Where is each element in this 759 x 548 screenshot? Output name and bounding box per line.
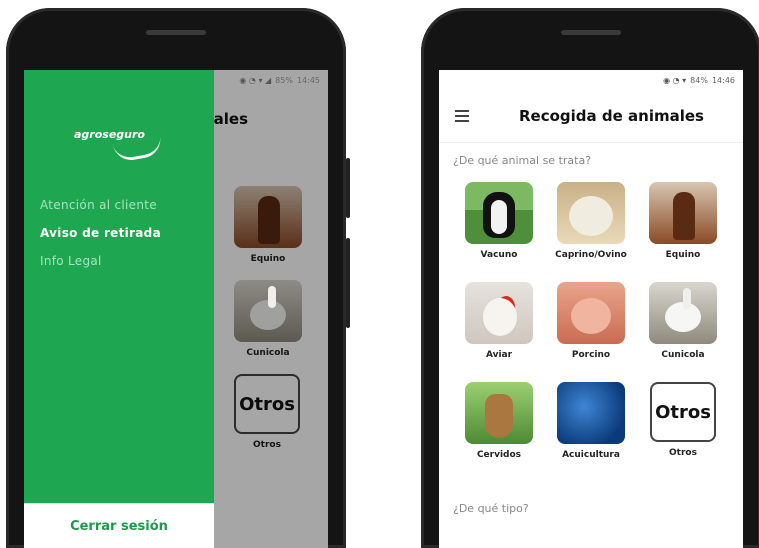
status-bar: ◉ ◔ ▾ 84% 14:46 [439, 70, 743, 90]
side-button [346, 158, 350, 218]
status-icons: ◉ ◔ ▾ [663, 75, 687, 85]
page-title: Recogida de animales [519, 107, 704, 125]
pig-icon [557, 282, 625, 344]
animal-tile-otros[interactable]: Otros Otros [637, 382, 729, 460]
drawer-item-atencion[interactable]: Atención al cliente [40, 198, 157, 212]
status-icons: ◉ ◔ ▾ ◢ [239, 75, 272, 85]
animal-tile-cunicola[interactable]: Cunicola [637, 282, 729, 360]
rabbit-icon [649, 282, 717, 344]
animal-tile-aviar[interactable]: Aviar [453, 282, 545, 360]
tile-label: Cervidos [476, 450, 522, 460]
tile-label: Acuicultura [562, 450, 620, 460]
tile-label: Vacuno [480, 250, 518, 260]
otros-box: Otros [650, 382, 716, 442]
cow-icon [465, 182, 533, 244]
status-bar: ◉ ◔ ▾ ◢ 85% 14:45 [214, 70, 328, 90]
question-animal: ¿De qué animal se trata? [453, 154, 592, 167]
drawer-item-info-legal[interactable]: Info Legal [40, 254, 102, 268]
drawer-item-aviso[interactable]: Aviso de retirada [40, 226, 161, 240]
question-type: ¿De qué tipo? [453, 502, 529, 515]
animal-tile-equino[interactable]: Equino [637, 182, 729, 260]
app-bar: Recogida de animales [439, 90, 743, 143]
tile-label: Caprino/Ovino [555, 250, 627, 260]
animal-tile-vacuno[interactable]: Vacuno [453, 182, 545, 260]
chicken-icon [465, 282, 533, 344]
hamburger-menu-icon[interactable] [455, 110, 471, 122]
animal-tile-porcino[interactable]: Porcino [545, 282, 637, 360]
status-time: 14:45 [296, 75, 320, 85]
navigation-drawer: agroseguro Atención al cliente Aviso de … [24, 70, 214, 548]
battery-percent: 85% [275, 75, 293, 85]
animal-grid: Vacuno Caprino/Ovino Equino Aviar Porcin… [453, 182, 729, 460]
tile-label: Cunicola [661, 350, 705, 360]
drawer-scrim[interactable] [214, 70, 328, 548]
status-time: 14:46 [711, 75, 735, 85]
logout-button[interactable]: Cerrar sesión [24, 503, 214, 548]
screen: males o Equino Cunicola Otros Otros ◉ ◔ … [24, 70, 328, 548]
battery-percent: 84% [690, 75, 708, 85]
screen: ◉ ◔ ▾ 84% 14:46 Recogida de animales ¿De… [439, 70, 743, 548]
phone-left: males o Equino Cunicola Otros Otros ◉ ◔ … [6, 8, 350, 548]
tile-label: Porcino [571, 350, 611, 360]
tile-label: Otros [669, 448, 697, 458]
tile-label: Equino [665, 250, 701, 260]
animal-tile-acuicultura[interactable]: Acuicultura [545, 382, 637, 460]
sheep-icon [557, 182, 625, 244]
deer-icon [465, 382, 533, 444]
horse-icon [649, 182, 717, 244]
phone-right: ◉ ◔ ▾ 84% 14:46 Recogida de animales ¿De… [421, 8, 759, 548]
tile-label: Aviar [485, 350, 513, 360]
animal-tile-caprino-ovino[interactable]: Caprino/Ovino [545, 182, 637, 260]
side-button [346, 238, 350, 328]
agroseguro-logo: agroseguro [74, 128, 145, 141]
speaker-grille [561, 30, 621, 35]
water-icon [557, 382, 625, 444]
speaker-grille [146, 30, 206, 35]
animal-tile-cervidos[interactable]: Cervidos [453, 382, 545, 460]
